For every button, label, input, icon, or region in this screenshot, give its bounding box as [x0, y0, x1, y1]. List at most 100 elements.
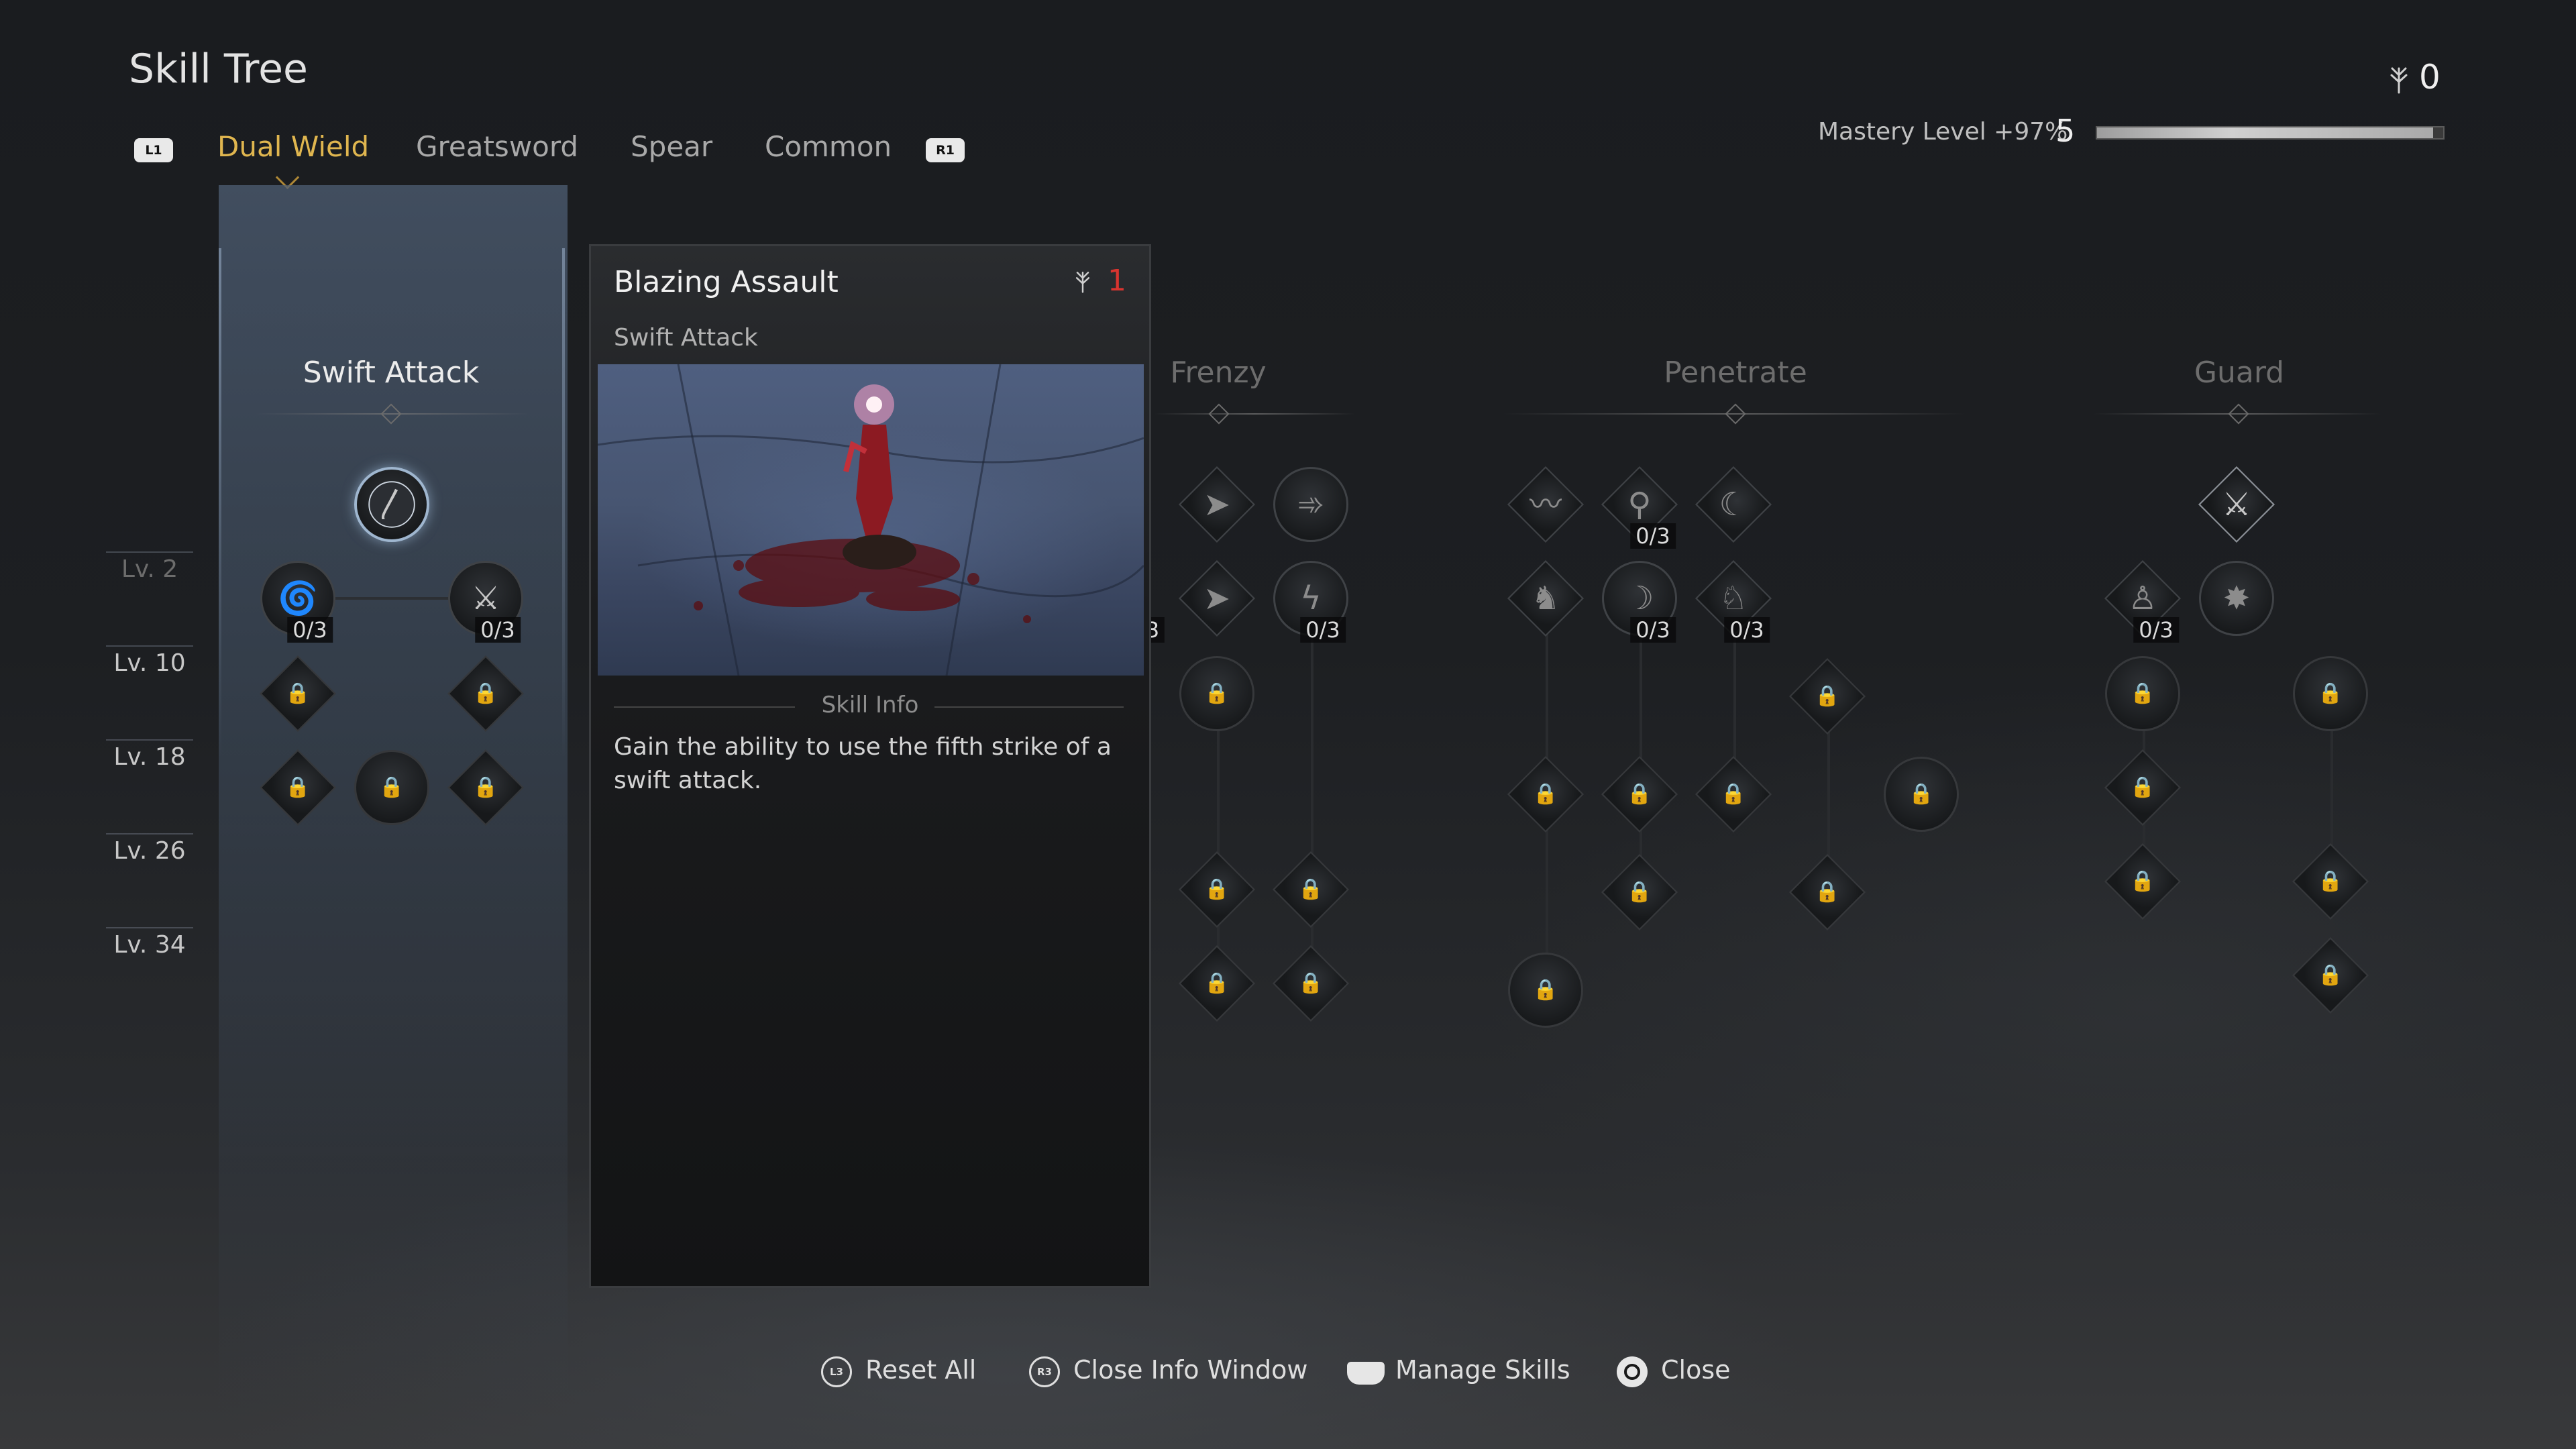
skill-counter: 0/3: [475, 617, 521, 643]
skill-points-value: 0: [2419, 58, 2440, 97]
skill-node-locked[interactable]: 🔒: [1507, 755, 1585, 833]
lock-icon: 🔒: [2318, 869, 2343, 893]
l1-bumper-icon[interactable]: L1: [134, 138, 173, 162]
skill-node-locked[interactable]: 🔒: [259, 655, 337, 733]
close-info-window-button[interactable]: Close Info Window: [1073, 1355, 1307, 1385]
lock-icon: 🔒: [1298, 877, 1324, 901]
tab-dual-wield[interactable]: Dual Wield: [217, 130, 369, 163]
skill-node[interactable]: ♞: [1507, 559, 1585, 637]
reset-all-button[interactable]: Reset All: [865, 1355, 976, 1385]
skill-node-swift-attack-selected[interactable]: 〳: [354, 467, 429, 542]
sweep-icon: 〰: [1529, 486, 1562, 523]
lock-icon: 🔒: [1298, 971, 1324, 995]
r1-bumper-icon[interactable]: R1: [926, 138, 965, 162]
skill-node[interactable]: ➾: [1273, 467, 1348, 542]
mastery-level-value: 5: [2055, 113, 2076, 149]
tree-connector: [2330, 694, 2333, 976]
category-guard[interactable]: Guard: [2072, 356, 2407, 390]
skill-node[interactable]: ➤: [1178, 559, 1256, 637]
tab-common[interactable]: Common: [765, 130, 892, 163]
level-label-10: Lv. 10: [113, 649, 186, 677]
skill-node-locked[interactable]: 🔒: [447, 749, 525, 826]
skill-node-locked[interactable]: 🔒: [1272, 945, 1350, 1022]
manage-skills-button[interactable]: Manage Skills: [1395, 1355, 1570, 1385]
skill-node-locked[interactable]: 🔒: [1179, 656, 1254, 731]
level-divider: [106, 739, 193, 741]
crossed-swords-icon: ⚔: [2222, 486, 2251, 523]
skill-node-locked[interactable]: 🔒: [2292, 936, 2369, 1014]
r3-button-icon[interactable]: R3: [1029, 1356, 1060, 1387]
column-edge: [219, 248, 221, 758]
skill-description: Gain the ability to use the fifth strike…: [614, 733, 1112, 794]
skill-counter: 0/3: [1300, 617, 1346, 643]
skill-node[interactable]: 〰: [1507, 466, 1585, 543]
lock-icon: 🔒: [285, 682, 311, 705]
lock-icon: 🔒: [1627, 880, 1652, 904]
lock-icon: 🔒: [1204, 682, 1230, 705]
burst-icon: ✸: [2222, 580, 2251, 617]
l3-button-icon[interactable]: L3: [821, 1356, 852, 1387]
tab-spear[interactable]: Spear: [631, 130, 712, 163]
dash-icon: ➾: [1297, 486, 1325, 523]
lock-icon: 🔒: [1909, 782, 1934, 806]
skill-node-locked[interactable]: 🔒: [354, 750, 429, 825]
circle-button-icon[interactable]: [1617, 1356, 1648, 1387]
skill-node[interactable]: ➤: [1178, 466, 1256, 543]
skill-node-locked[interactable]: 🔒: [1601, 755, 1678, 833]
category-swift-attack[interactable]: Swift Attack: [223, 356, 559, 390]
skill-node[interactable]: ☾: [1695, 466, 1772, 543]
skill-counter: 0/3: [287, 617, 333, 643]
skill-cost-value: 1: [1108, 264, 1126, 298]
skill-node-locked[interactable]: 🔒: [1788, 853, 1866, 931]
skill-node-locked[interactable]: 🔒: [1178, 851, 1256, 928]
skill-node-locked[interactable]: 🔒: [1272, 851, 1350, 928]
lock-icon: 🔒: [473, 775, 498, 799]
level-label-2: Lv. 2: [121, 555, 178, 583]
skill-counter: 0/3: [2133, 617, 2179, 643]
tree-connector: [1640, 604, 1642, 892]
skill-point-icon: [1075, 272, 1090, 293]
skill-node-locked[interactable]: 🔒: [1601, 853, 1678, 931]
lock-icon: 🔒: [1815, 684, 1840, 708]
skill-node-locked[interactable]: 🔒: [1178, 945, 1256, 1022]
skill-info-subtitle: Swift Attack: [614, 324, 758, 352]
category-divider: [1154, 413, 1355, 415]
mastery-progress-bar: [2096, 126, 2445, 140]
skill-node[interactable]: ✸: [2199, 561, 2274, 636]
level-divider: [106, 927, 193, 928]
skill-node-locked[interactable]: 🔒: [259, 749, 337, 826]
lock-icon: 🔒: [473, 682, 498, 705]
column-edge: [562, 248, 565, 758]
skill-node-locked[interactable]: 🔒: [2292, 843, 2369, 920]
skill-info-window: Blazing Assault 1 Swift Attack Skill Inf…: [589, 244, 1151, 1288]
skill-node-locked[interactable]: 🔒: [2293, 656, 2368, 731]
level-divider: [106, 551, 193, 553]
lock-icon: 🔒: [285, 775, 311, 799]
lock-icon: 🔒: [2130, 682, 2155, 705]
skill-node-locked[interactable]: 🔒: [447, 655, 525, 733]
lock-icon: 🔒: [1815, 880, 1840, 904]
skill-preview-scene: [598, 364, 1144, 676]
skill-point-icon: [2390, 67, 2408, 94]
skill-node-locked[interactable]: 🔒: [1508, 953, 1583, 1028]
level-label-26: Lv. 26: [113, 837, 186, 865]
skill-node-locked[interactable]: 🔒: [1788, 657, 1866, 735]
skill-node-locked[interactable]: 🔒: [2104, 843, 2182, 920]
arrow-icon: ➤: [1203, 486, 1231, 523]
touchpad-icon[interactable]: [1347, 1362, 1385, 1385]
lock-icon: 🔒: [379, 775, 405, 799]
category-ornament-icon: [1725, 403, 1746, 425]
skill-node-locked[interactable]: 🔒: [1695, 755, 1772, 833]
skill-node-locked[interactable]: 🔒: [2105, 656, 2180, 731]
skill-node-locked[interactable]: 🔒: [1884, 757, 1959, 832]
lock-icon: 🔒: [2130, 869, 2155, 893]
tab-greatsword[interactable]: Greatsword: [416, 130, 578, 163]
category-penetrate[interactable]: Penetrate: [1568, 356, 1903, 390]
lock-icon: 🔒: [2318, 963, 2343, 987]
level-label-34: Lv. 34: [113, 931, 186, 959]
skill-node-locked[interactable]: 🔒: [2104, 749, 2182, 826]
lock-icon: 🔒: [1533, 978, 1558, 1002]
skill-node[interactable]: ⚔: [2198, 466, 2275, 543]
close-button[interactable]: Close: [1661, 1355, 1731, 1385]
skill-counter: 0/3: [1630, 617, 1676, 643]
